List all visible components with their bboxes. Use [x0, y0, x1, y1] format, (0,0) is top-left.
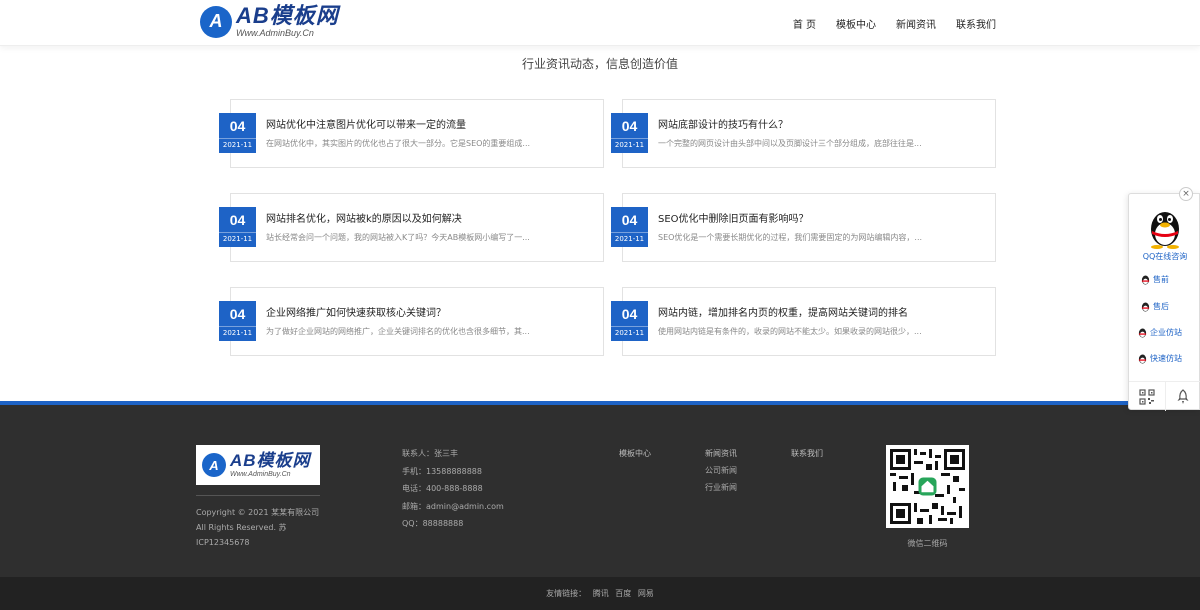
date-day: 04: [621, 118, 638, 134]
qq-item-label: 快速仿站: [1150, 354, 1182, 363]
qq-presale[interactable]: 售前: [1141, 274, 1169, 285]
date-month: 2021-11: [219, 138, 256, 149]
news-card[interactable]: 04 2021-11 企业网络推广如何快速获取核心关键词？ 为了做好企业网站的网…: [219, 287, 604, 356]
main-nav: 首 页 模板中心 新闻资讯 联系我们: [793, 16, 996, 31]
logo-subtitle: Www.AdminBuy.Cn: [236, 28, 314, 38]
qq-online-label[interactable]: QQ在线咨询: [1129, 251, 1200, 262]
wechat-qr-code: [886, 445, 969, 528]
qq-chat-widget: × QQ在线咨询 售前 售后 企业仿站 快速仿站: [1128, 187, 1200, 411]
nav-news[interactable]: 新闻资讯: [896, 16, 936, 31]
nav-home[interactable]: 首 页: [793, 16, 816, 31]
qq-aftersale[interactable]: 售后: [1141, 301, 1169, 312]
date-month: 2021-11: [611, 232, 648, 243]
footer-logo[interactable]: A AB模板网 Www.AdminBuy.Cn: [196, 445, 320, 485]
news-card[interactable]: 04 2021-11 网站内链，增加排名内页的权重，提高网站关键词的排名 使用网…: [611, 287, 996, 356]
qq-icon: [1141, 275, 1150, 284]
news-description: 在网站优化中，其实图片的优化也占了很大一部分。它是SEO的重要组成...: [266, 139, 531, 148]
qq-enterprise-clone[interactable]: 企业仿站: [1138, 327, 1182, 338]
date-badge: 04 2021-11: [611, 301, 648, 341]
contact-person: 联系人：张三丰: [402, 449, 458, 458]
qq-icon: [1138, 354, 1147, 363]
news-description: SEO优化是一个需要长期优化的过程，我们需要固定的为网站编辑内容，...: [658, 233, 923, 242]
news-description: 使用网站内链是有条件的，收录的网站不能太少。如果收录的网站很少，...: [658, 327, 922, 336]
date-badge: 04 2021-11: [219, 301, 256, 341]
news-card[interactable]: 04 2021-11 网站底部设计的技巧有什么？ 一个完整的网页设计由头部中间以…: [611, 99, 996, 168]
logo-title: AB模板网: [236, 3, 339, 28]
site-logo[interactable]: A AB模板网 Www.AdminBuy.Cn: [200, 5, 339, 38]
footer-link-industry-news[interactable]: 行业新闻: [705, 479, 737, 496]
news-title[interactable]: 企业网络推广如何快速获取核心关键词？: [266, 304, 446, 319]
friend-links-bar: 友情链接： 腾讯 百度 网易: [0, 577, 1200, 610]
news-title[interactable]: SEO优化中删除旧页面有影响吗？: [658, 210, 809, 225]
contact-info: 联系人：张三丰 手机：13588888888 电话：400-888-8888 邮…: [402, 445, 504, 533]
date-badge: 04 2021-11: [219, 113, 256, 153]
footer-col-contact: 联系我们: [791, 445, 823, 462]
date-month: 2021-11: [611, 138, 648, 149]
contact-mobile: 手机：13588888888: [402, 466, 482, 476]
nav-templates[interactable]: 模板中心: [836, 16, 876, 31]
date-month: 2021-11: [219, 326, 256, 337]
news-title[interactable]: 网站排名优化，网站被k的原因以及如何解决: [266, 210, 462, 225]
news-description: 一个完整的网页设计由头部中间以及页脚设计三个部分组成，底部往往是...: [658, 139, 922, 148]
date-day: 04: [621, 212, 638, 228]
nav-contact[interactable]: 联系我们: [956, 16, 996, 31]
close-icon[interactable]: ×: [1179, 187, 1193, 201]
qr-small-icon: [1139, 388, 1155, 405]
date-badge: 04 2021-11: [219, 207, 256, 247]
news-title[interactable]: 网站优化中注意图片优化可以带来一定的流量: [266, 116, 466, 131]
news-description: 为了做好企业网站的网络推广，企业关键词排名的优化也含很多细节，其...: [266, 327, 530, 336]
news-card[interactable]: 04 2021-11 SEO优化中删除旧页面有影响吗？ SEO优化是一个需要长期…: [611, 193, 996, 262]
date-badge: 04 2021-11: [611, 113, 648, 153]
contact-email: 邮箱：admin@admin.com: [402, 501, 504, 511]
qq-quick-clone[interactable]: 快速仿站: [1138, 353, 1182, 364]
contact-qq: QQ：88888888: [402, 519, 464, 528]
qq-item-label: 售前: [1153, 275, 1169, 284]
date-month: 2021-11: [219, 232, 256, 243]
date-badge: 04 2021-11: [611, 207, 648, 247]
rocket-icon: [1177, 388, 1189, 404]
contact-phone: 电话：400-888-8888: [402, 484, 483, 493]
qq-widget-actions: [1129, 381, 1200, 411]
footer-link-company-news[interactable]: 公司新闻: [705, 462, 737, 479]
qq-item-label: 售后: [1153, 302, 1169, 311]
footer-divider: [196, 495, 320, 496]
date-month: 2021-11: [611, 326, 648, 337]
news-description: 站长经常会问一个问题，我的网站被入K了吗？今天AB模板网小编写了一...: [266, 233, 530, 242]
friend-links-label: 友情链接：: [546, 589, 587, 598]
footer-col-news: 新闻资讯 公司新闻 行业新闻: [705, 445, 737, 496]
date-day: 04: [229, 306, 246, 322]
footer-logo-title: AB模板网: [230, 451, 311, 470]
section-title: 行业资讯动态，信息创造价值: [521, 57, 678, 71]
back-to-top-button[interactable]: [1166, 382, 1200, 411]
site-footer: A AB模板网 Www.AdminBuy.Cn Copyright © 2021…: [0, 401, 1200, 577]
qr-code-button[interactable]: [1129, 382, 1166, 411]
qq-item-label: 企业仿站: [1150, 328, 1182, 337]
qq-icon: [1138, 328, 1147, 337]
site-header: A AB模板网 Www.AdminBuy.Cn 首 页 模板中心 新闻资讯 联系…: [0, 0, 1200, 46]
footer-logo-mark-icon: A: [202, 453, 226, 477]
friend-link[interactable]: 网易: [638, 589, 654, 598]
footer-link-news[interactable]: 新闻资讯: [705, 445, 737, 462]
friend-link[interactable]: 百度: [615, 589, 631, 598]
qr-code-label: 微信二维码: [907, 539, 948, 548]
date-day: 04: [621, 306, 638, 322]
footer-link-templates[interactable]: 模板中心: [619, 445, 651, 462]
copyright-text: Copyright © 2021 某某有限公司 All Rights Reser…: [196, 508, 320, 547]
friend-link[interactable]: 腾讯: [593, 589, 609, 598]
date-day: 04: [229, 118, 246, 134]
news-title[interactable]: 网站底部设计的技巧有什么？: [658, 116, 788, 131]
footer-col-templates: 模板中心: [619, 445, 651, 462]
news-title[interactable]: 网站内链，增加排名内页的权重，提高网站关键词的排名: [658, 304, 908, 319]
footer-link-contact[interactable]: 联系我们: [791, 445, 823, 462]
qr-code-icon: [890, 449, 965, 524]
qq-penguin-icon: [1151, 212, 1179, 249]
qq-icon: [1141, 302, 1150, 311]
footer-logo-subtitle: Www.AdminBuy.Cn: [230, 471, 291, 478]
logo-mark-icon: A: [200, 5, 232, 38]
news-card[interactable]: 04 2021-11 网站优化中注意图片优化可以带来一定的流量 在网站优化中，其…: [219, 99, 604, 168]
date-day: 04: [229, 212, 246, 228]
news-card[interactable]: 04 2021-11 网站排名优化，网站被k的原因以及如何解决 站长经常会问一个…: [219, 193, 604, 262]
